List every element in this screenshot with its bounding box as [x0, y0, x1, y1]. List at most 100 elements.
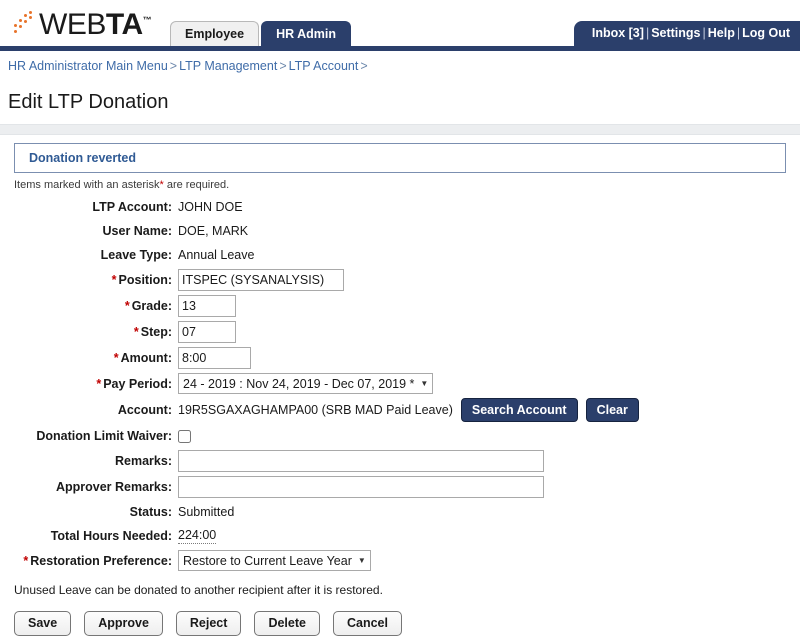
required-note-suffix: are required.: [163, 179, 230, 191]
link-separator-3: |: [736, 26, 741, 40]
step-input[interactable]: [178, 321, 236, 343]
main-tabs: Employee HR Admin: [170, 21, 352, 46]
label-grade-text: Grade:: [131, 299, 172, 313]
row-donation-limit-waiver: Donation Limit Waiver:: [0, 426, 800, 446]
label-status: Status:: [129, 505, 172, 519]
label-pay-period-text: Pay Period:: [103, 376, 172, 391]
label-leave-type: Leave Type:: [100, 248, 172, 262]
pay-period-select[interactable]: 24 - 2019 : Nov 24, 2019 - Dec 07, 2019 …: [178, 373, 434, 394]
position-required-asterisk: *: [111, 273, 117, 287]
row-pay-period: * Pay Period: 24 - 2019 : Nov 24, 2019 - …: [0, 373, 800, 394]
label-amount-text: Amount:: [120, 351, 172, 365]
cancel-button[interactable]: Cancel: [332, 611, 402, 636]
row-user-name: User Name: DOE, MARK: [0, 221, 800, 241]
label-step-text: Step:: [140, 325, 172, 339]
link-settings[interactable]: Settings: [651, 26, 700, 40]
label-approver-remarks: Approver Remarks:: [55, 480, 172, 494]
value-user-name: DOE, MARK: [178, 224, 249, 238]
label-restoration-preference-text: Restoration Preference:: [30, 553, 172, 568]
status-message-banner: Donation reverted: [14, 143, 786, 173]
value-leave-type: Annual Leave: [178, 248, 255, 262]
row-grade: * Grade:: [0, 295, 800, 317]
row-step: * Step:: [0, 321, 800, 343]
link-log-out[interactable]: Log Out: [742, 26, 790, 40]
logo-text-bold: TA: [105, 8, 143, 41]
chevron-down-icon: ▼: [357, 555, 366, 565]
tab-employee-label: Employee: [185, 27, 245, 41]
row-status: Status: Submitted: [0, 502, 800, 522]
app-header: WEBTA™ Employee HR Admin Inbox [3] | Setti…: [0, 0, 800, 51]
approver-remarks-input[interactable]: [178, 476, 544, 498]
breadcrumb-separator-1: >: [169, 59, 178, 73]
link-help[interactable]: Help: [708, 26, 735, 40]
label-step: * Step:: [0, 325, 178, 339]
row-restoration-preference: * Restoration Preference: Restore to Curr…: [0, 550, 800, 571]
tab-hr-admin-label: HR Admin: [276, 27, 337, 41]
restoration-preference-selected-value: Restore to Current Leave Year: [183, 553, 352, 568]
grade-input[interactable]: [178, 295, 236, 317]
delete-button[interactable]: Delete: [254, 611, 320, 636]
logo-wordmark: WEBTA™: [39, 5, 152, 40]
position-input[interactable]: [178, 269, 344, 291]
row-total-hours-needed: Total Hours Needed: 224:00: [0, 526, 800, 546]
label-user-name: User Name:: [102, 224, 172, 238]
page-title: Edit LTP Donation: [8, 91, 169, 113]
donation-limit-waiver-checkbox[interactable]: [178, 429, 191, 443]
pay-period-selected-value: 24 - 2019 : Nov 24, 2019 - Dec 07, 2019 …: [183, 376, 415, 391]
webta-logo: WEBTA™: [14, 6, 152, 40]
restoration-footnote: Unused Leave can be donated to another r…: [14, 583, 383, 597]
grade-required-asterisk: *: [124, 299, 130, 313]
required-fields-note: Items marked with an asterisk* are requi…: [0, 173, 800, 197]
clear-account-button[interactable]: Clear: [585, 398, 639, 422]
breadcrumb-item-ltp-management[interactable]: LTP Management: [179, 59, 277, 73]
notice-container: Donation reverted: [0, 135, 800, 173]
row-remarks: Remarks:: [0, 450, 800, 472]
step-required-asterisk: *: [133, 325, 139, 339]
link-inbox[interactable]: Inbox [3]: [592, 26, 644, 40]
tab-employee[interactable]: Employee: [170, 21, 260, 46]
amount-required-asterisk: *: [113, 351, 119, 365]
remarks-input[interactable]: [178, 450, 544, 472]
link-separator-2: |: [702, 26, 706, 40]
row-ltp-account: LTP Account: JOHN DOE: [0, 197, 800, 217]
label-pay-period: * Pay Period:: [0, 377, 178, 391]
row-approver-remarks: Approver Remarks:: [0, 476, 800, 498]
label-restoration-preference: * Restoration Preference:: [0, 554, 178, 568]
row-amount: * Amount:: [0, 347, 800, 369]
breadcrumb-item-ltp-account[interactable]: LTP Account: [289, 59, 359, 73]
row-leave-type: Leave Type: Annual Leave: [0, 245, 800, 265]
value-ltp-account: JOHN DOE: [178, 200, 243, 214]
value-account: 19R5SGAXAGHAMPA00 (SRB MAD Paid Leave): [178, 403, 453, 417]
logo-text-light: WEB: [39, 8, 106, 41]
search-account-button[interactable]: Search Account: [460, 398, 578, 422]
amount-input[interactable]: [178, 347, 251, 369]
approve-button[interactable]: Approve: [84, 611, 163, 636]
label-position-text: Position:: [118, 273, 172, 287]
breadcrumb-separator-2: >: [279, 59, 287, 73]
breadcrumb: HR Administrator Main Menu > LTP Managemen…: [0, 51, 800, 81]
logo-dots-icon: [14, 11, 38, 37]
logo-trademark: ™: [142, 15, 152, 25]
reject-button[interactable]: Reject: [175, 611, 242, 636]
header-utility-links: Inbox [3] | Settings | Help | Log Out: [573, 21, 800, 46]
edit-ltp-donation-form: LTP Account: JOHN DOE User Name: DOE, MA…: [0, 197, 800, 636]
required-note-prefix: Items marked with an asterisk: [14, 179, 160, 191]
breadcrumb-item-hr-administrator-main-menu[interactable]: HR Administrator Main Menu: [8, 59, 168, 73]
value-status: Submitted: [178, 505, 235, 519]
save-button[interactable]: Save: [14, 611, 72, 636]
label-total-hours-needed: Total Hours Needed:: [50, 529, 172, 543]
row-account: Account: 19R5SGAXAGHAMPA00 (SRB MAD Paid…: [0, 398, 800, 422]
form-action-buttons: Save Approve Reject Delete Cancel: [0, 597, 800, 636]
breadcrumb-separator-3: >: [360, 59, 368, 73]
restoration-preference-select[interactable]: Restore to Current Leave Year ▼: [178, 550, 371, 571]
label-position: * Position:: [0, 273, 178, 287]
row-position: * Position:: [0, 269, 800, 291]
chevron-down-icon: ▼: [420, 378, 429, 388]
label-amount: * Amount:: [0, 351, 178, 365]
label-account: Account:: [117, 403, 172, 417]
title-divider: [0, 124, 800, 135]
label-remarks: Remarks:: [115, 454, 172, 468]
tab-hr-admin[interactable]: HR Admin: [261, 21, 352, 46]
label-ltp-account: LTP Account:: [92, 200, 172, 214]
value-total-hours-needed: 224:00: [178, 528, 217, 544]
